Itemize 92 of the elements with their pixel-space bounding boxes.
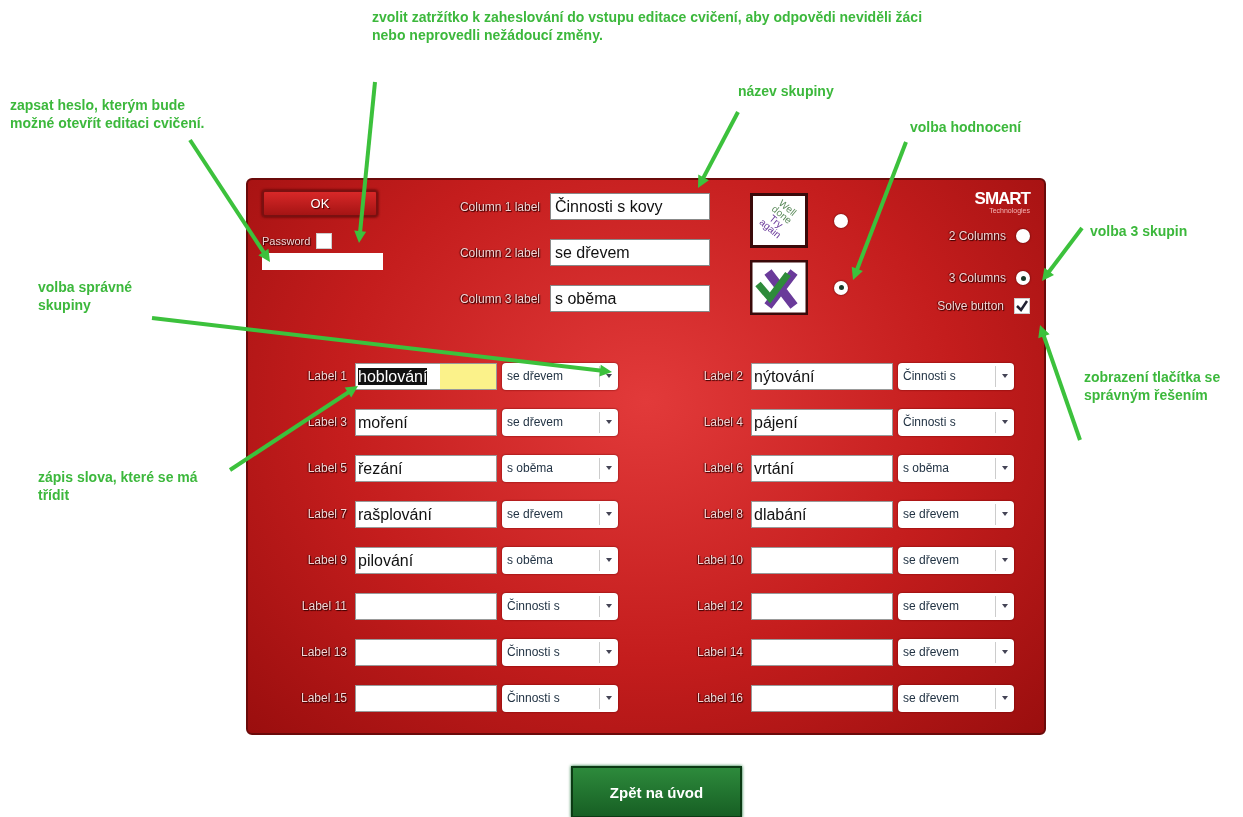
feedback-radio[interactable] (834, 280, 848, 295)
word-field[interactable] (355, 684, 497, 712)
caret-icon (1002, 374, 1008, 378)
group-dropdown[interactable]: s oběma (502, 546, 618, 574)
caret-icon (606, 696, 612, 700)
column-label: Column 3 label (458, 291, 540, 306)
caret-icon (606, 374, 612, 378)
annotation-text: název skupiny (738, 82, 835, 100)
group-dropdown[interactable]: se dřevem (898, 592, 1014, 620)
word-field[interactable]: řezání (355, 454, 497, 482)
group-dropdown[interactable]: se dřevem (502, 408, 618, 436)
caret-icon (606, 420, 612, 424)
solve-checkbox[interactable] (1014, 298, 1030, 314)
caret-icon (1002, 696, 1008, 700)
columns-radio[interactable] (1016, 271, 1030, 285)
group-dropdown[interactable]: s oběma (502, 454, 618, 482)
password-field[interactable] (262, 253, 383, 270)
item-label: Label 3 (306, 415, 347, 429)
caret-icon (1002, 466, 1008, 470)
word-field[interactable]: nýtování (751, 362, 893, 390)
item-label: Label 8 (702, 507, 743, 521)
group-dropdown[interactable]: Činnosti s (502, 638, 618, 666)
caret-icon (606, 650, 612, 654)
item-label: Label 7 (306, 507, 347, 521)
item-label: Label 6 (702, 461, 743, 475)
group-dropdown[interactable]: Činnosti s (898, 362, 1014, 390)
column-name-field[interactable]: Činnosti s kovy (550, 193, 710, 220)
word-field[interactable]: rašplování (355, 500, 497, 528)
back-button[interactable]: Zpět na úvod (571, 766, 742, 817)
feedback-radio[interactable] (834, 213, 848, 228)
caret-icon (606, 558, 612, 562)
column-name-field[interactable]: s oběma (550, 285, 710, 312)
group-dropdown[interactable]: se dřevem (502, 500, 618, 528)
password-checkbox[interactable] (316, 233, 333, 249)
word-field[interactable]: hoblování (355, 362, 497, 390)
column-label: Column 2 label (458, 245, 540, 260)
columns-radio[interactable] (1016, 229, 1030, 243)
annotation-text: volba správné skupiny (38, 278, 134, 314)
group-dropdown[interactable]: se dřevem (898, 638, 1014, 666)
item-label: Label 15 (299, 691, 347, 705)
columns-option-label: 2 Columns (948, 229, 1006, 243)
word-field[interactable]: dlabání (751, 500, 893, 528)
caret-icon (1002, 512, 1008, 516)
annotation-text: zápis slova, které se má třídit (38, 468, 199, 504)
annotation-text: zapsat heslo, kterým bude možné otevřít editaci cvičení. (10, 96, 206, 132)
item-label: Label 16 (695, 691, 743, 705)
item-label: Label 5 (306, 461, 347, 475)
word-field[interactable]: pájení (751, 408, 893, 436)
word-field[interactable]: moření (355, 408, 497, 436)
word-field[interactable]: pilování (355, 546, 497, 574)
word-field[interactable] (751, 546, 893, 574)
item-label: Label 2 (702, 369, 743, 383)
password-label: Password (262, 235, 311, 247)
caret-icon (1002, 650, 1008, 654)
group-dropdown[interactable]: Činnosti s (898, 408, 1014, 436)
annotation-text: volba 3 skupin (1090, 222, 1189, 240)
item-label: Label 14 (695, 645, 743, 659)
group-dropdown[interactable]: Činnosti s (502, 592, 618, 620)
caret-icon (1002, 604, 1008, 608)
caret-icon (606, 512, 612, 516)
caret-icon (606, 466, 612, 470)
caret-icon (606, 604, 612, 608)
column-label: Column 1 label (458, 199, 540, 214)
word-field[interactable]: vrtání (751, 454, 893, 482)
item-label: Label 1 (306, 369, 347, 383)
ok-button[interactable]: OK (262, 190, 378, 217)
check-cross-icon[interactable] (750, 260, 808, 315)
word-field[interactable] (355, 592, 497, 620)
annotation-text: volba hodnocení (910, 118, 1023, 136)
annotation-text: zvolit zatržítko k zaheslování do vstupu editace cvičení, aby odpovědi neviděli žáci nebo neprovedli nežádoucí změny. (372, 8, 924, 44)
word-field[interactable] (751, 592, 893, 620)
group-dropdown[interactable]: se dřevem (898, 500, 1014, 528)
word-field[interactable] (751, 684, 893, 712)
columns-option-label: 3 Columns (948, 271, 1006, 285)
item-label: Label 10 (695, 553, 743, 567)
column-name-field[interactable]: se dřevem (550, 239, 710, 266)
item-label: Label 13 (299, 645, 347, 659)
caret-icon (1002, 420, 1008, 424)
item-label: Label 11 (300, 599, 347, 613)
arrow (1042, 226, 1084, 281)
item-label: Label 9 (306, 553, 347, 567)
group-dropdown[interactable]: s oběma (898, 454, 1014, 482)
caret-icon (1002, 558, 1008, 562)
item-label: Label 4 (702, 415, 743, 429)
word-field[interactable] (355, 638, 497, 666)
solve-button-label: Solve button (937, 299, 1004, 313)
annotation-text: zobrazení tlačítka se správným řešením (1084, 368, 1222, 404)
word-field[interactable] (751, 638, 893, 666)
group-dropdown[interactable]: se dřevem (898, 546, 1014, 574)
group-dropdown[interactable]: se dřevem (898, 684, 1014, 712)
item-label: Label 12 (695, 599, 743, 613)
group-dropdown[interactable]: Činnosti s (502, 684, 618, 712)
